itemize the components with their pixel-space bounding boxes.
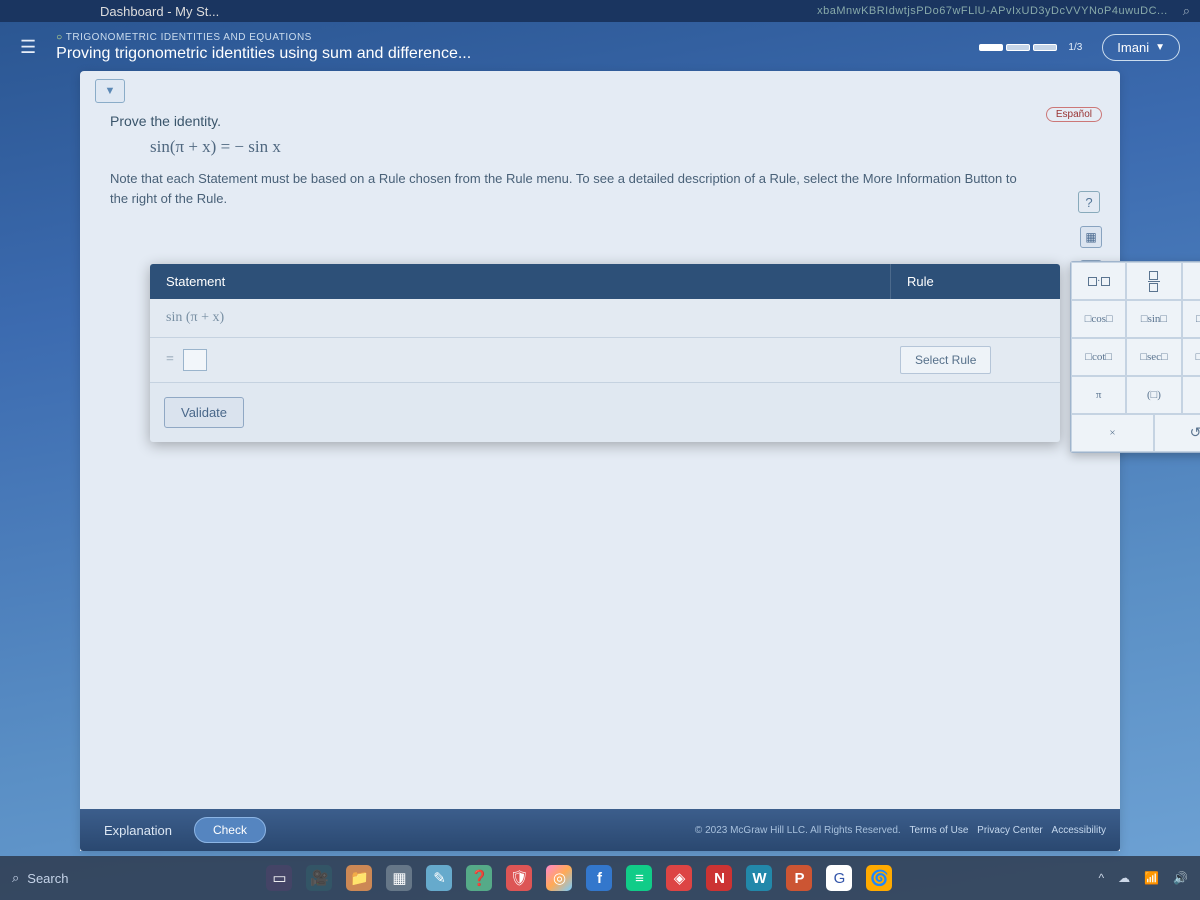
taskbar-app-3[interactable]: 📁 — [346, 865, 372, 891]
problem-note: Note that each Statement must be based o… — [110, 169, 1030, 208]
taskbar-app-15[interactable]: G — [826, 865, 852, 891]
menu-icon[interactable]: ☰ — [20, 37, 36, 58]
progress-seg-2 — [1006, 44, 1030, 51]
statement-input[interactable] — [183, 349, 207, 371]
copyright: © 2023 McGraw Hill LLC. All Rights Reser… — [695, 825, 1106, 836]
palette-undo[interactable]: ↺ — [1154, 414, 1200, 452]
problem-area: Prove the identity. sin(π + x) = − sin x… — [80, 71, 1120, 218]
palette-multiply[interactable]: · — [1071, 262, 1126, 300]
palette-exponent[interactable] — [1182, 262, 1200, 300]
palette-sqrt[interactable]: √□ — [1182, 376, 1200, 414]
search-icon[interactable]: ⌕ — [1183, 3, 1190, 19]
user-name: Imani — [1117, 40, 1149, 55]
user-menu[interactable]: Imani ▼ — [1102, 34, 1180, 61]
lesson-title: Proving trigonometric identities using s… — [56, 45, 979, 63]
tray-chevron-icon[interactable]: ^ — [1098, 871, 1104, 885]
validate-button[interactable]: Validate — [164, 397, 244, 428]
palette-paren[interactable]: (□) — [1126, 376, 1181, 414]
taskbar-search-label: Search — [27, 871, 68, 886]
palette-pi[interactable]: π — [1071, 376, 1126, 414]
taskbar-app-16[interactable]: 🌀 — [866, 865, 892, 891]
col-rule: Rule — [890, 264, 1060, 299]
search-icon: ⌕ — [12, 870, 19, 886]
section-name: ○ TRIGONOMETRIC IDENTITIES AND EQUATIONS — [56, 32, 979, 43]
taskbar-app-2[interactable]: 🎥 — [306, 865, 332, 891]
link-accessibility[interactable]: Accessibility — [1052, 825, 1106, 836]
palette-csc[interactable]: □csc□ — [1182, 338, 1200, 376]
link-privacy[interactable]: Privacy Center — [977, 825, 1043, 836]
content-footer: Explanation Check © 2023 McGraw Hill LLC… — [80, 809, 1120, 851]
copyright-text: © 2023 McGraw Hill LLC. All Rights Reser… — [695, 825, 901, 836]
col-statement: Statement — [150, 264, 890, 299]
math-palette: · □cos□ □sin□ □tan□ □cot□ □sec□ □csc□ π … — [1070, 261, 1200, 453]
palette-tan[interactable]: □tan□ — [1182, 300, 1200, 338]
chevron-down-icon: ▼ — [1155, 42, 1165, 53]
proof-row-2: = Select Rule — [150, 338, 1060, 383]
problem-identity: sin(π + x) = − sin x — [150, 137, 1090, 157]
proof-row-1: sin (π + x) — [150, 299, 1060, 338]
taskbar-app-13[interactable]: W — [746, 865, 772, 891]
explanation-button[interactable]: Explanation — [94, 818, 182, 843]
palette-fraction[interactable] — [1126, 262, 1181, 300]
progress-seg-3 — [1033, 44, 1057, 51]
header-text: ○ TRIGONOMETRIC IDENTITIES AND EQUATIONS… — [56, 32, 979, 63]
taskbar-app-14[interactable]: P — [786, 865, 812, 891]
taskbar-app-1[interactable]: ▭ — [266, 865, 292, 891]
browser-tab-title[interactable]: Dashboard - My St... — [100, 4, 219, 19]
url-fragment: xbaMnwKBRIdwtjsPDo67wFLlU-APvIxUD3yDcVVY… — [817, 5, 1168, 17]
tray-wifi-icon[interactable]: 📶 — [1144, 871, 1159, 885]
link-terms[interactable]: Terms of Use — [909, 825, 968, 836]
taskbar-app-6[interactable]: ❓ — [466, 865, 492, 891]
progress-seg-1 — [979, 44, 1003, 51]
language-button[interactable]: Español — [1046, 107, 1102, 122]
tool-calculator-icon[interactable]: ▦ — [1080, 226, 1102, 248]
taskbar: ⌕ Search ▭ 🎥 📁 ▦ ✎ ❓ 🛡 ◎ f ≡ ◈ N W P G 🌀… — [0, 856, 1200, 900]
progress-indicator: 1/3 — [979, 42, 1082, 53]
section-name-text: TRIGONOMETRIC IDENTITIES AND EQUATIONS — [66, 32, 312, 43]
rule-1 — [890, 312, 1060, 324]
taskbar-app-5[interactable]: ✎ — [426, 865, 452, 891]
taskbar-app-11[interactable]: ◈ — [666, 865, 692, 891]
proof-table: Statement Rule sin (π + x) = Select Rule… — [150, 264, 1060, 442]
proof-header: Statement Rule — [150, 264, 1060, 299]
taskbar-app-12[interactable]: N — [706, 865, 732, 891]
palette-clear[interactable]: × — [1071, 414, 1154, 452]
check-button[interactable]: Check — [194, 817, 266, 843]
palette-cos[interactable]: □cos□ — [1071, 300, 1126, 338]
tray-cloud-icon[interactable]: ☁ — [1118, 871, 1130, 885]
content-panel: ▼ Español ? ▦ ▶ ⊞ 🗗 Prove the identity. … — [80, 71, 1120, 851]
palette-cot[interactable]: □cot□ — [1071, 338, 1126, 376]
statement-2[interactable]: = — [150, 338, 890, 382]
help-button[interactable]: ? — [1078, 191, 1100, 213]
progress-count: 1/3 — [1068, 42, 1082, 53]
browser-bar: Dashboard - My St... xbaMnwKBRIdwtjsPDo6… — [0, 0, 1200, 22]
rule-2: Select Rule — [890, 340, 1060, 380]
system-tray[interactable]: ^ ☁ 📶 🔊 — [1098, 871, 1188, 885]
palette-sec[interactable]: □sec□ — [1126, 338, 1181, 376]
taskbar-app-7[interactable]: 🛡 — [506, 865, 532, 891]
statement-1: sin (π + x) — [150, 299, 890, 337]
taskbar-search[interactable]: ⌕ Search — [12, 870, 68, 886]
taskbar-app-9[interactable]: f — [586, 865, 612, 891]
equals-sign: = — [166, 352, 174, 367]
palette-sin[interactable]: □sin□ — [1126, 300, 1181, 338]
problem-prompt: Prove the identity. — [110, 113, 1090, 129]
app-header: ☰ ○ TRIGONOMETRIC IDENTITIES AND EQUATIO… — [0, 22, 1200, 71]
tray-sound-icon[interactable]: 🔊 — [1173, 871, 1188, 885]
taskbar-app-10[interactable]: ≡ — [626, 865, 652, 891]
taskbar-apps: ▭ 🎥 📁 ▦ ✎ ❓ 🛡 ◎ f ≡ ◈ N W P G 🌀 — [266, 865, 892, 891]
taskbar-app-8[interactable]: ◎ — [546, 865, 572, 891]
scroll-down-button[interactable]: ▼ — [95, 79, 125, 103]
select-rule-button[interactable]: Select Rule — [900, 346, 991, 374]
taskbar-app-4[interactable]: ▦ — [386, 865, 412, 891]
